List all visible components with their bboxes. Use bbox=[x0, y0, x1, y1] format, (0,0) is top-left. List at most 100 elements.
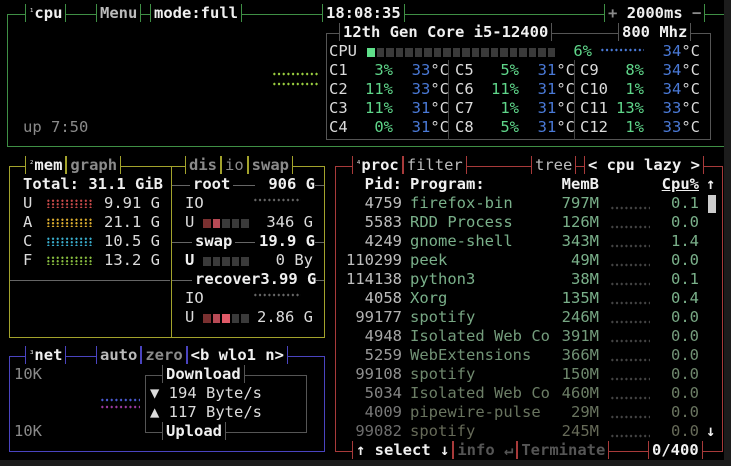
net-auto-toggle[interactable]: auto bbox=[96, 346, 142, 364]
process-cpu-graph bbox=[610, 206, 650, 210]
scroll-down-arrow[interactable]: ↓ bbox=[706, 422, 715, 441]
mode-button[interactable]: mode:full bbox=[150, 4, 242, 22]
filter-button[interactable]: filter bbox=[402, 156, 467, 174]
swap-toggle[interactable]: swap bbox=[247, 156, 293, 174]
info-button[interactable]: info ↵ bbox=[453, 441, 518, 459]
process-pid: 5259 bbox=[364, 346, 402, 364]
process-cpu: 0.0 bbox=[671, 384, 699, 402]
net-tab[interactable]: ³net bbox=[25, 346, 67, 364]
core-pct: 11% bbox=[365, 80, 393, 98]
core-temp-cell: 34°C bbox=[640, 61, 700, 80]
interval-increase-button[interactable]: + bbox=[608, 4, 617, 22]
select-button[interactable]: ↑ select ↓ bbox=[352, 441, 454, 459]
process-pid: 4249 bbox=[364, 232, 402, 250]
core-label: C3 bbox=[329, 99, 348, 117]
terminate-button[interactable]: Terminate bbox=[517, 441, 610, 459]
cpu-bar-segment bbox=[443, 48, 451, 57]
col-cpu[interactable]: Cpu% bbox=[650, 175, 699, 194]
process-cpu: 0.0 bbox=[671, 422, 699, 440]
mem-graph-toggle[interactable]: graph bbox=[66, 156, 122, 174]
process-pid: 114138 bbox=[346, 270, 402, 288]
mem-row-value: 21.1 G bbox=[104, 213, 160, 231]
process-program: Isolated Web Co bbox=[410, 327, 550, 345]
process-pid: 110299 bbox=[346, 251, 402, 269]
process-pid: 99177 bbox=[355, 308, 402, 326]
process-program: firefox-bin bbox=[410, 194, 513, 212]
cpu-model: 12th Gen Core i5-12400 bbox=[343, 23, 549, 41]
interval-decrease-button[interactable]: − bbox=[692, 4, 701, 22]
process-program: pipewire-pulse bbox=[410, 403, 541, 421]
core-label: C9 bbox=[580, 61, 599, 79]
net-interface-selector[interactable]: <b wlo1 n> bbox=[186, 346, 288, 364]
io-toggle[interactable]: io bbox=[221, 156, 248, 174]
cpu-frequency: 800 Mhz bbox=[622, 23, 688, 41]
tree-toggle[interactable]: tree bbox=[531, 156, 577, 174]
col-pid[interactable]: Pid: bbox=[350, 175, 402, 194]
disk-root-name: root bbox=[190, 175, 234, 194]
process-cpu-graph bbox=[610, 244, 650, 248]
net-zero-toggle[interactable]: zero bbox=[141, 346, 187, 364]
disks-tab[interactable]: dis bbox=[185, 156, 221, 174]
process-mem: 343M bbox=[561, 232, 599, 250]
core-pct: 11% bbox=[491, 80, 519, 98]
disk-recover-used-label: U bbox=[185, 308, 195, 326]
process-cpu: 0.1 bbox=[671, 270, 699, 288]
disk-swap-bar bbox=[203, 257, 249, 266]
cpu-bar-segment bbox=[452, 48, 460, 57]
process-cpu: 0.4 bbox=[671, 289, 699, 307]
core-label: C1 bbox=[329, 61, 348, 79]
disk-root-size: 906 G bbox=[255, 175, 315, 194]
core-label: C4 bbox=[329, 118, 348, 136]
core-temp-cell: 34°C bbox=[640, 80, 700, 99]
mem-row-graph bbox=[46, 218, 94, 227]
process-mem: 135M bbox=[561, 289, 599, 307]
scroll-up-arrow[interactable]: ↑ bbox=[706, 175, 715, 194]
cpu-bar-segment bbox=[500, 48, 508, 57]
process-cpu-graph bbox=[610, 377, 650, 381]
core-pct: 1% bbox=[625, 118, 644, 136]
process-program: gnome-shell bbox=[410, 232, 513, 250]
process-cpu-graph bbox=[610, 415, 650, 419]
cpu-bar-segment bbox=[519, 48, 527, 57]
col-mem[interactable]: MemB bbox=[540, 175, 599, 194]
core-temp: 31°C bbox=[537, 99, 575, 117]
proc-tab[interactable]: ⁴proc bbox=[352, 156, 403, 174]
process-pid: 4058 bbox=[364, 289, 402, 307]
sort-selector[interactable]: < cpu lazy > bbox=[584, 156, 704, 174]
menu-button[interactable]: Menu bbox=[96, 4, 142, 22]
mem-row-value: 10.5 G bbox=[104, 232, 160, 250]
scrollbar-thumb[interactable] bbox=[708, 195, 716, 213]
cpu-bar-segment bbox=[367, 48, 375, 57]
core-temp-cell: 31°C bbox=[389, 118, 449, 137]
core-temp: 33°C bbox=[662, 118, 700, 136]
core-temp-cell: 31°C bbox=[515, 118, 575, 137]
cpu-bar-segment bbox=[528, 48, 536, 57]
col-program[interactable]: Program: bbox=[410, 175, 485, 194]
process-mem: 246M bbox=[561, 308, 599, 326]
mem-row-graph bbox=[46, 256, 94, 265]
core-label: C8 bbox=[455, 118, 474, 136]
core-temp: 31°C bbox=[537, 61, 575, 79]
cpu-bar-segment bbox=[395, 48, 403, 57]
net-scale-top: 10K bbox=[14, 365, 42, 383]
cpu-bar-segment bbox=[386, 48, 394, 57]
mem-row-graph bbox=[46, 199, 94, 208]
cpu-tab[interactable]: ¹cpu bbox=[25, 4, 67, 22]
download-label: Download bbox=[162, 365, 245, 383]
process-cpu: 0.0 bbox=[671, 251, 699, 269]
cpu-total-label: CPU bbox=[329, 42, 357, 60]
process-cpu: 0.0 bbox=[671, 403, 699, 421]
core-temp: 31°C bbox=[411, 118, 449, 136]
disk-swap-size: 19.9 G bbox=[255, 232, 315, 251]
mem-row-value: 9.91 G bbox=[104, 194, 160, 212]
mem-tab[interactable]: ²mem bbox=[25, 156, 67, 174]
process-program: WebExtensions bbox=[410, 346, 532, 364]
core-temp: 34°C bbox=[662, 61, 700, 79]
process-cpu-graph bbox=[610, 282, 650, 286]
process-cpu: 0.1 bbox=[671, 194, 699, 212]
core-pct: 0% bbox=[374, 118, 393, 136]
core-label: C6 bbox=[455, 80, 474, 98]
core-label: C2 bbox=[329, 80, 348, 98]
disk-recover-io-graph bbox=[253, 293, 301, 297]
net-scale-bottom: 10K bbox=[14, 422, 42, 440]
